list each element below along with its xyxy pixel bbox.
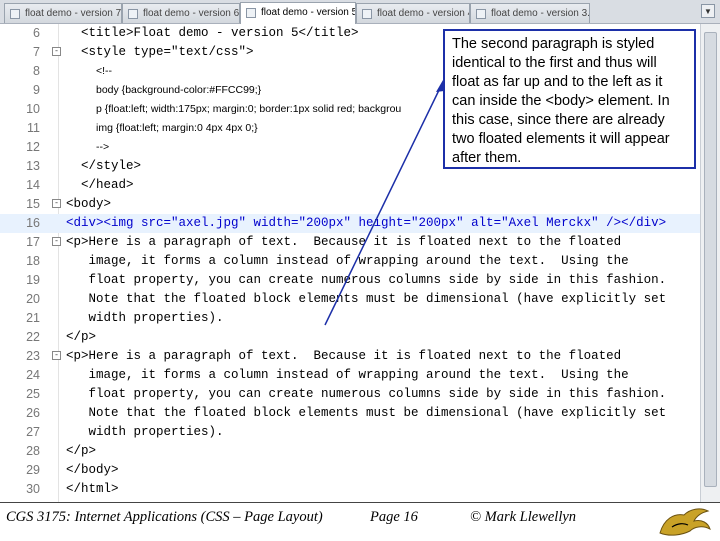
course-title: CGS 3175: Internet Applications (CSS – P… (6, 509, 323, 525)
ucf-pegasus-logo-icon (654, 505, 714, 539)
slide-footer: CGS 3175: Internet Applications (CSS – P… (0, 502, 720, 541)
annotation-callout: The second paragraph is styled identical… (443, 29, 696, 169)
page-number: Page 16 (370, 509, 418, 525)
author: © Mark Llewellyn (470, 509, 577, 525)
